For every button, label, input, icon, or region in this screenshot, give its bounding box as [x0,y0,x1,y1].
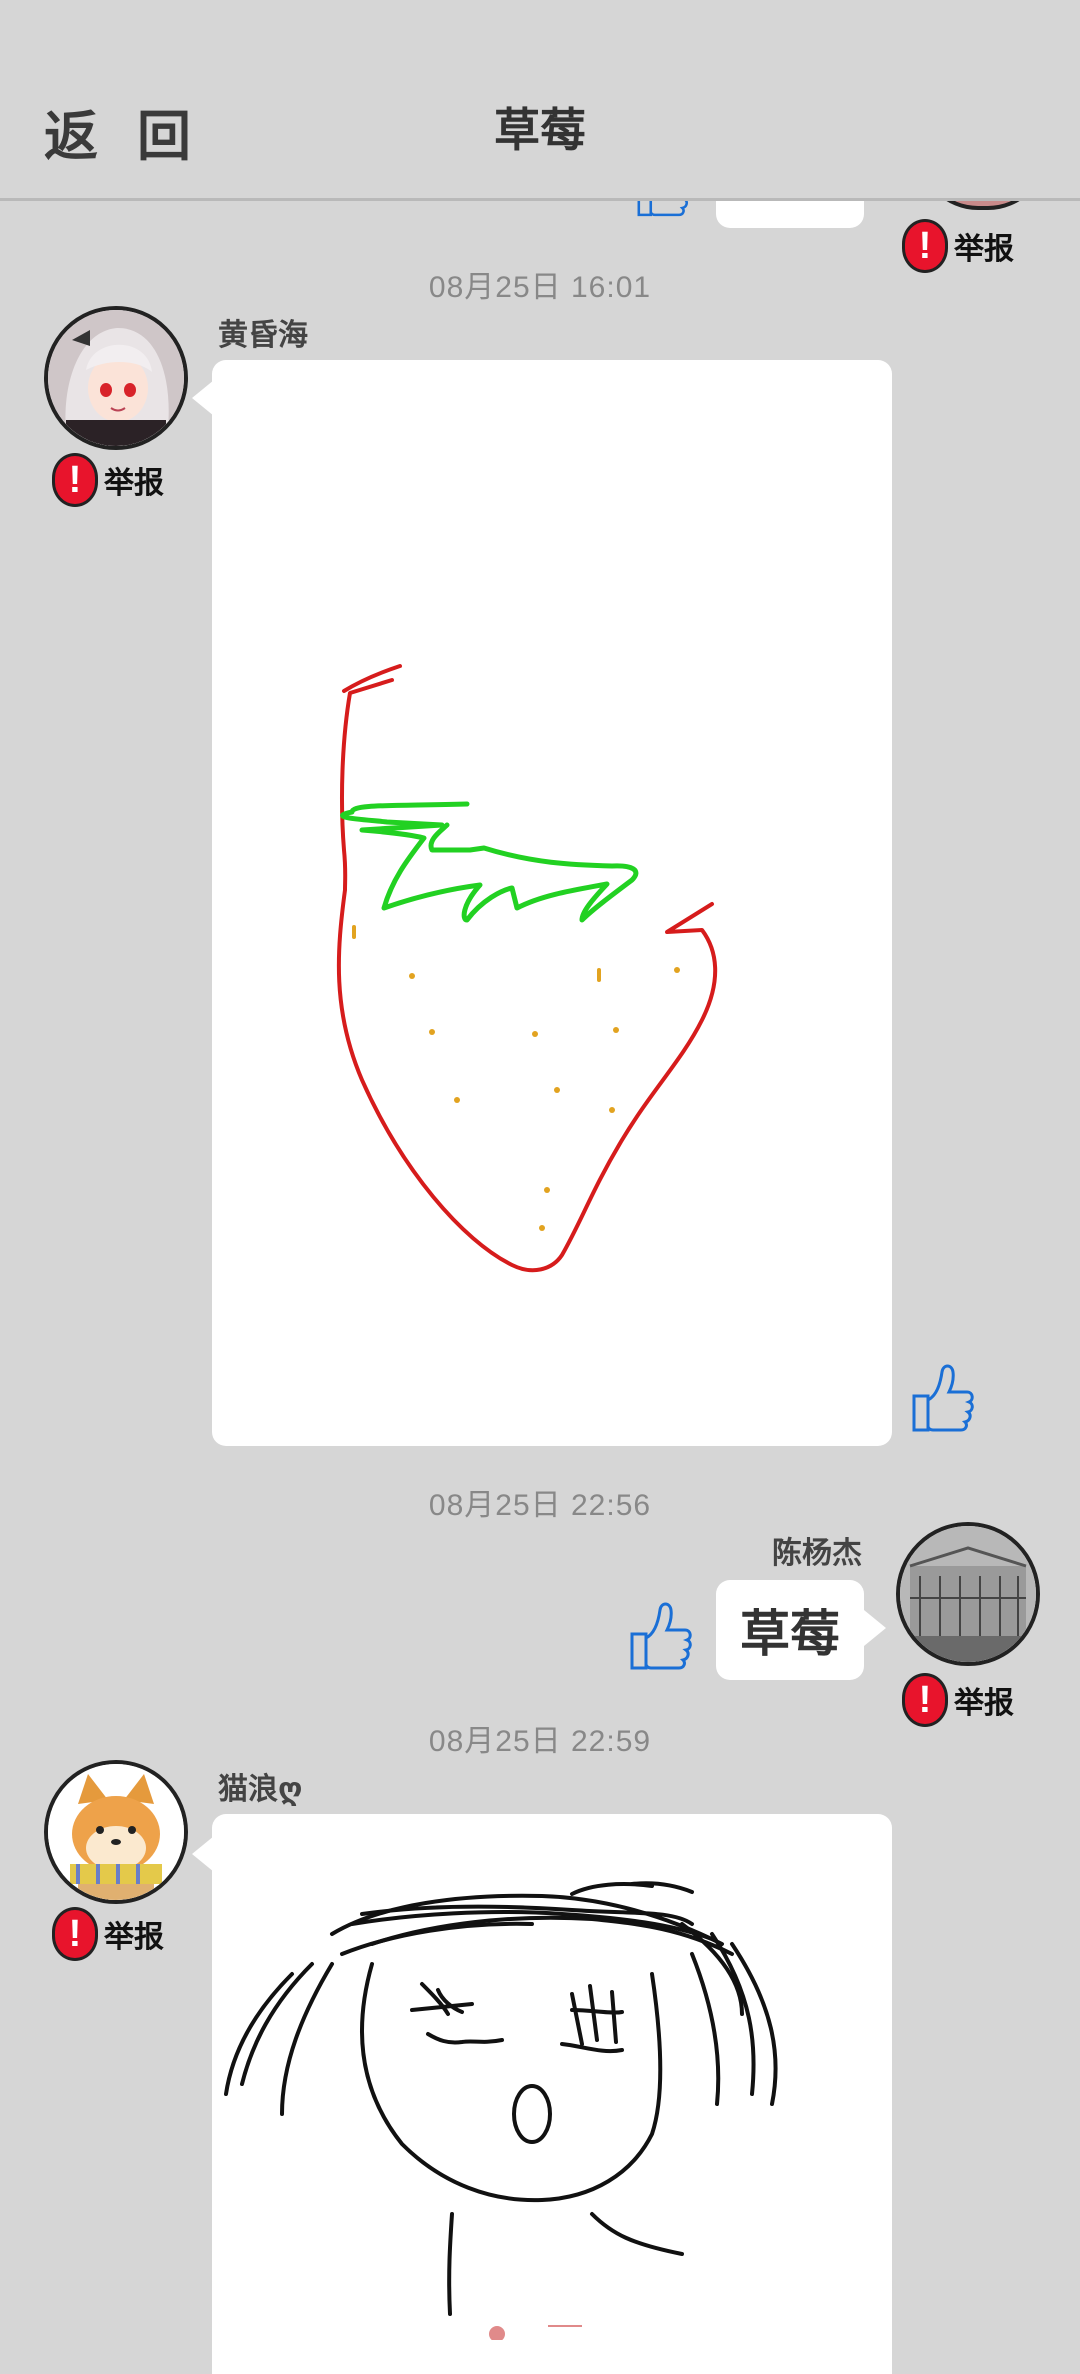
avatar-user-3[interactable] [44,1760,188,1904]
report-button[interactable]: ! 举报 [52,1906,164,1962]
message-timestamp: 08月25日 16:01 [428,271,652,304]
sender-name: 猫浪ღ [218,1773,303,1806]
sender-name: 黄昏海 [218,319,308,352]
message-timestamp: 08月25日 22:59 [428,1725,652,1758]
like-thumb-icon[interactable] [626,1590,698,1672]
top-bar: 返 回 草莓 [0,0,1080,201]
bubble-tail [864,1610,886,1646]
report-label: 举报 [104,467,164,500]
sender-name: 陈杨杰 [772,1537,862,1570]
text-message-bubble[interactable]: 草莓 [716,1580,864,1680]
page-title: 草莓 [494,104,586,156]
report-exclamation-icon: ! [52,1907,98,1961]
report-button[interactable]: ! 举报 [52,452,164,508]
message-timestamp: 08月25日 22:56 [428,1489,652,1522]
anime-girl-avatar-icon [48,310,184,446]
drawing-message-bubble[interactable] [212,360,892,1446]
report-exclamation-icon: ! [52,453,98,507]
bubble-tail [192,380,214,416]
building-photo-avatar-icon [900,1526,1036,1662]
avatar-user-1[interactable] [44,306,188,450]
bubble-tail [192,1836,214,1872]
like-thumb-icon[interactable] [908,1352,980,1434]
face-sketch-drawing [224,1881,778,2342]
shiba-dog-avatar-icon [48,1764,184,1900]
report-label: 举报 [104,1921,164,1954]
strawberry-drawing [336,664,718,1273]
avatar-user-2[interactable] [896,1522,1040,1666]
drawing-message-bubble[interactable] [212,1814,892,2374]
